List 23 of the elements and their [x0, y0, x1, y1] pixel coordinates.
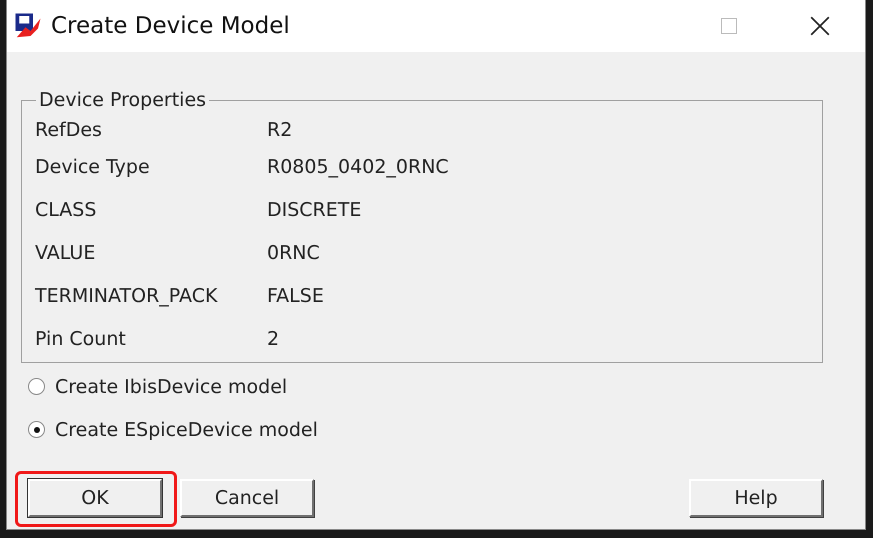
- dialog-button[interactable]: OK: [28, 479, 162, 517]
- close-icon: [809, 15, 831, 37]
- property-value: R0805_0402_0RNC: [267, 156, 449, 178]
- property-name: Device Type: [35, 156, 151, 178]
- property-name: VALUE: [35, 242, 96, 264]
- property-value: FALSE: [267, 284, 324, 306]
- property-value: R2: [267, 119, 292, 141]
- property-name: RefDes: [35, 119, 103, 141]
- group-title: Device Properties: [38, 89, 208, 111]
- property-value: DISCRETE: [267, 198, 362, 220]
- property-value: 0RNC: [267, 242, 320, 264]
- maximize-icon: [719, 16, 739, 36]
- dialog-button[interactable]: Help: [689, 479, 823, 517]
- radio-button[interactable]: [28, 378, 45, 395]
- radio-option[interactable]: Create ESpiceDevice model: [28, 408, 865, 451]
- property-name: TERMINATOR_PACK: [35, 284, 219, 306]
- radio-option[interactable]: Create IbisDevice model: [28, 365, 865, 408]
- property-name: CLASS: [35, 198, 98, 220]
- window-title: Create Device Model: [51, 13, 290, 39]
- property-name: Pin Count: [35, 328, 127, 350]
- dialog-button[interactable]: Cancel: [180, 479, 314, 517]
- property-value: 2: [267, 328, 280, 350]
- radio-button[interactable]: [28, 421, 45, 438]
